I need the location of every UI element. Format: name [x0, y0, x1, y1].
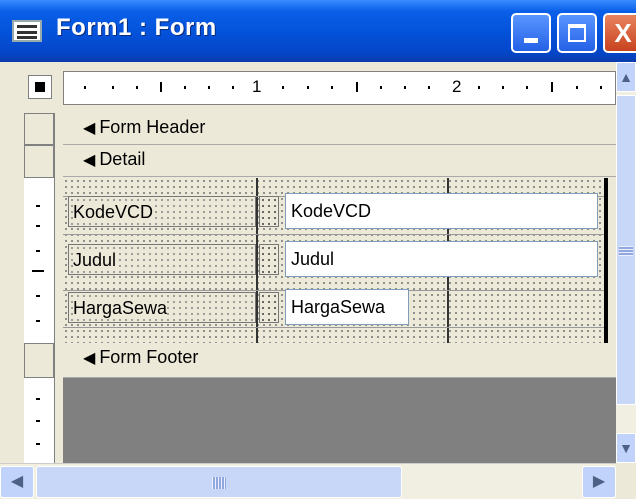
- footer-background: [63, 378, 616, 463]
- form-selector-icon: [35, 82, 45, 92]
- section-arrow-icon: ◀: [83, 120, 96, 137]
- section-arrow-icon: ◀: [83, 350, 96, 367]
- form-design-window: Form1 : Form X 1 2 ◀ Form Header ◀ Detai…: [0, 0, 636, 499]
- scroll-corner: [616, 463, 636, 499]
- form-header-section-bar[interactable]: ◀ Form Header: [63, 113, 616, 145]
- minimize-button[interactable]: [511, 13, 551, 53]
- label-kodevcd[interactable]: KodeVCD: [68, 196, 256, 227]
- textbox-judul[interactable]: Judul: [285, 241, 598, 277]
- window-title: Form1 : Form: [56, 14, 217, 41]
- maximize-icon: [568, 24, 586, 42]
- scroll-left-icon[interactable]: ◀: [0, 466, 34, 498]
- detail-label: Detail: [99, 149, 146, 169]
- scroll-right-icon[interactable]: ▶: [582, 466, 616, 498]
- label-judul[interactable]: Judul: [68, 244, 256, 275]
- vertical-ruler[interactable]: [24, 113, 55, 463]
- label-spacer: [259, 196, 279, 227]
- scroll-up-icon[interactable]: ▲: [616, 62, 636, 92]
- form-selector[interactable]: [28, 75, 52, 99]
- close-button[interactable]: X: [603, 13, 636, 53]
- textbox-hargasewa[interactable]: HargaSewa: [285, 289, 409, 325]
- ruler-number: 1: [252, 77, 262, 96]
- section-arrow-icon: ◀: [83, 152, 96, 169]
- vertical-scrollbar[interactable]: ▲ ▼: [616, 62, 636, 463]
- scroll-down-icon[interactable]: ▼: [616, 433, 636, 463]
- ruler-row: 1 2: [0, 62, 616, 113]
- horizontal-scrollbar[interactable]: ◀ ▶: [0, 463, 616, 499]
- form-footer-section-bar[interactable]: ◀ Form Footer: [63, 343, 616, 378]
- grip-icon: [619, 246, 633, 256]
- form-footer-label: Form Footer: [99, 347, 199, 367]
- form-window-icon[interactable]: [12, 20, 42, 42]
- maximize-button[interactable]: [557, 13, 597, 53]
- grip-icon: [212, 477, 226, 489]
- horizontal-ruler[interactable]: 1 2: [63, 71, 616, 105]
- label-spacer: [259, 292, 279, 323]
- ruler-number: 2: [452, 77, 462, 96]
- title-bar[interactable]: Form1 : Form X: [0, 0, 636, 62]
- close-icon: X: [614, 18, 632, 48]
- detail-section-bar[interactable]: ◀ Detail: [63, 145, 616, 177]
- vertical-scroll-thumb[interactable]: [616, 95, 636, 405]
- textbox-kodevcd[interactable]: KodeVCD: [285, 193, 598, 229]
- label-spacer: [259, 244, 279, 275]
- minimize-icon: [524, 37, 538, 43]
- label-hargasewa[interactable]: HargaSewa: [68, 292, 256, 323]
- horizontal-scroll-thumb[interactable]: [36, 466, 402, 498]
- form-header-label: Form Header: [99, 117, 206, 137]
